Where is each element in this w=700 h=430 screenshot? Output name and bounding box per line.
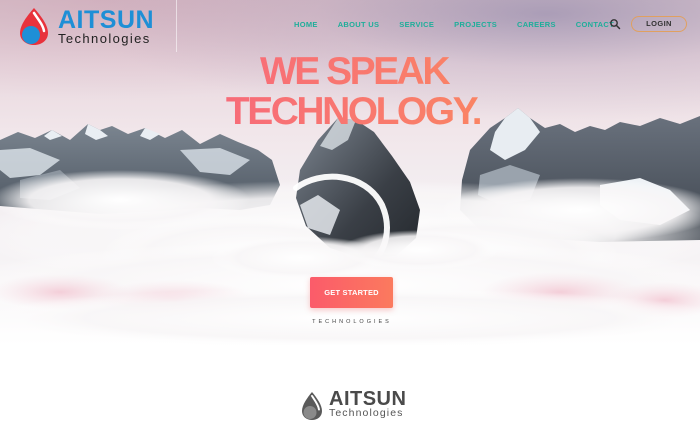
hero-tagline: TECHNOLOGIES xyxy=(312,319,392,325)
brand-name: AITSUN xyxy=(58,6,155,34)
nav-careers[interactable]: CAREERS xyxy=(517,20,556,29)
nav-about-us[interactable]: ABOUT US xyxy=(338,20,380,29)
footer-brand-subtitle: Technologies xyxy=(329,407,404,419)
navbar: AITSUN Technologies HOME ABOUT US SERVIC… xyxy=(0,0,700,52)
headline-line-2: TECHNOLOGY. xyxy=(0,92,700,132)
headline-line-1: WE SPEAK xyxy=(0,52,700,92)
login-button[interactable]: LOGIN xyxy=(631,16,687,32)
nav-divider xyxy=(176,0,177,52)
brand-logo[interactable]: AITSUN Technologies xyxy=(18,6,168,46)
logo-drop-icon xyxy=(20,8,48,45)
nav-menu: HOME ABOUT US SERVICE PROJECTS CAREERS C… xyxy=(294,20,634,29)
hero-section: AITSUN Technologies HOME ABOUT US SERVIC… xyxy=(0,0,700,345)
search-icon[interactable] xyxy=(609,18,621,30)
nav-service[interactable]: SERVICE xyxy=(399,20,434,29)
footer-logo[interactable]: AITSUN Technologies xyxy=(300,388,410,420)
nav-projects[interactable]: PROJECTS xyxy=(454,20,497,29)
hero-headline: WE SPEAK TECHNOLOGY. xyxy=(0,52,700,132)
brand-subtitle: Technologies xyxy=(58,31,151,46)
get-started-button[interactable]: GET STARTED xyxy=(310,277,393,308)
footer-logo-drop-icon xyxy=(302,392,322,420)
nav-home[interactable]: HOME xyxy=(294,20,318,29)
